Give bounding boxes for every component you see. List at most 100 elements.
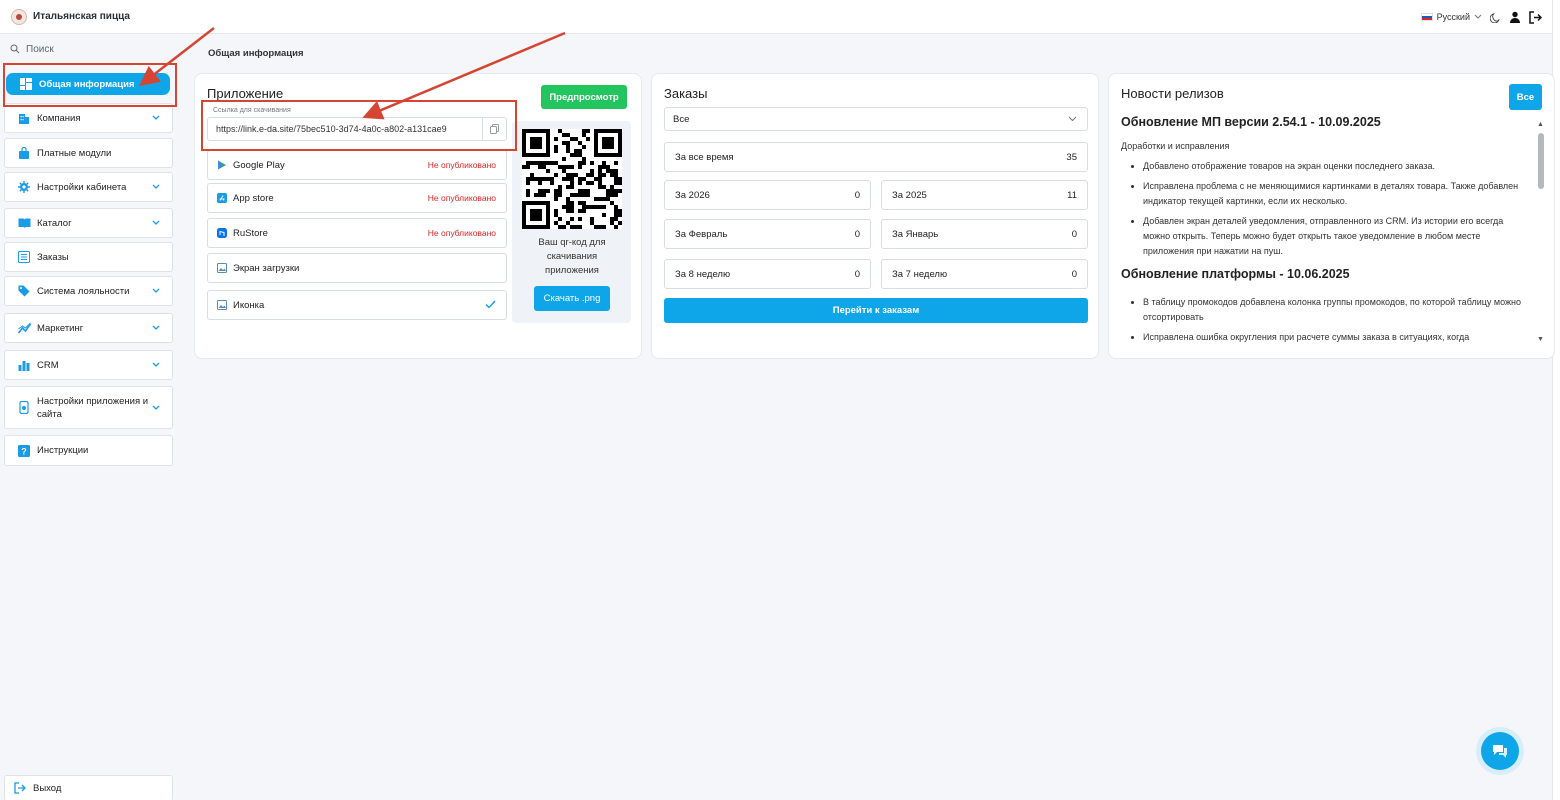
list-icon xyxy=(17,250,31,264)
orders-card-title: Заказы xyxy=(664,86,708,101)
brand-logo-icon xyxy=(11,8,27,25)
news-list[interactable]: Обновление МП версии 2.54.1 - 10.09.2025… xyxy=(1121,115,1524,342)
stat-label: За 2026 xyxy=(675,189,710,201)
store-row-icon[interactable]: Иконка xyxy=(207,290,507,320)
phone-settings-icon xyxy=(17,401,31,415)
sidebar-item-marketing[interactable]: Маркетинг xyxy=(4,313,173,343)
list-item: Исправлена ошибка округления при расчете… xyxy=(1143,330,1524,342)
chevron-down-icon xyxy=(152,218,160,228)
chat-button[interactable] xyxy=(1481,732,1519,770)
store-status: Не опубликовано xyxy=(427,193,496,203)
sidebar-item-catalog[interactable]: Каталог xyxy=(4,208,173,238)
stat-label: За Февраль xyxy=(675,228,728,240)
stat-label: За Январь xyxy=(892,228,939,240)
stat-label: За 2025 xyxy=(892,189,927,201)
scroll-up-icon[interactable]: ▲ xyxy=(1537,121,1544,128)
sidebar-item-crm[interactable]: CRM xyxy=(4,350,173,380)
app-card-title: Приложение xyxy=(207,86,284,101)
google-play-icon xyxy=(216,160,227,171)
stat-value: 35 xyxy=(1066,151,1077,163)
all-news-button[interactable]: Все xyxy=(1509,84,1542,110)
chevron-down-icon xyxy=(152,182,160,192)
news-card: Новости релизов Все Обновление МП версии… xyxy=(1108,73,1555,359)
moon-icon[interactable] xyxy=(1490,12,1501,23)
stat-year-2025: За 2025 11 xyxy=(881,180,1088,210)
sidebar: Поиск Общая информация Компания Платные … xyxy=(0,34,180,800)
chat-icon xyxy=(1491,743,1509,759)
orders-filter-value: Все xyxy=(673,113,690,125)
logout-icon[interactable] xyxy=(1529,10,1542,24)
qr-code-image xyxy=(522,129,622,229)
store-row-rustore[interactable]: RuStore Не опубликовано xyxy=(207,218,507,248)
stat-year-2026: За 2026 0 xyxy=(664,180,871,210)
scrollbar-thumb[interactable] xyxy=(1538,133,1544,189)
svg-text:?: ? xyxy=(21,446,27,456)
sidebar-item-label: Каталог xyxy=(37,217,72,229)
sidebar-item-label: CRM xyxy=(37,359,59,371)
download-png-button[interactable]: Скачать .png xyxy=(534,286,610,311)
store-name: Google Play xyxy=(233,159,285,171)
language-selector[interactable]: Русский xyxy=(1420,12,1482,22)
store-row-app-store[interactable]: App store Не опубликовано xyxy=(207,183,507,213)
building-icon xyxy=(17,111,31,125)
sidebar-item-label: Инструкции xyxy=(37,445,89,456)
annotation-box-sidebar xyxy=(3,63,177,107)
brand[interactable]: Итальянская пицца xyxy=(11,8,130,25)
list-item: Исправлена проблема с не меняющимися кар… xyxy=(1143,179,1524,209)
book-icon xyxy=(17,216,31,230)
logout-label: Выход xyxy=(33,782,62,794)
logout-button[interactable]: Выход xyxy=(4,775,173,800)
store-row-splash-screen[interactable]: Экран загрузки xyxy=(207,253,507,283)
image-icon xyxy=(216,263,227,274)
news-scrollbar[interactable]: ▲ ▼ xyxy=(1537,121,1545,343)
qr-caption: Ваш qr-код для скачивания приложения xyxy=(538,237,606,276)
app-store-icon xyxy=(216,193,227,204)
sidebar-item-label: Настройки кабинета xyxy=(37,181,127,193)
chart-icon xyxy=(17,321,31,335)
orders-card: Заказы Все За все время 35 За 2026 0 За … xyxy=(651,73,1099,359)
store-status: Не опубликовано xyxy=(427,160,496,170)
store-row-google-play[interactable]: Google Play Не опубликовано xyxy=(207,150,507,180)
stat-label: За 7 неделю xyxy=(892,268,948,280)
chevron-down-icon xyxy=(1068,114,1077,125)
rustore-icon xyxy=(216,228,227,239)
sidebar-item-label: Компания xyxy=(37,112,81,124)
stat-value: 11 xyxy=(1067,189,1077,201)
sidebar-item-company[interactable]: Компания xyxy=(4,103,173,133)
exit-icon xyxy=(13,781,27,795)
user-icon[interactable] xyxy=(1509,11,1521,23)
chevron-down-icon xyxy=(152,403,160,413)
stat-week-7: За 7 неделю 0 xyxy=(881,259,1088,289)
stat-february: За Февраль 0 xyxy=(664,219,871,249)
qr-panel: Ваш qr-код для скачивания приложения Ска… xyxy=(512,121,631,323)
question-icon: ? xyxy=(17,444,31,458)
stat-label: За все время xyxy=(675,151,734,163)
sidebar-item-loyalty[interactable]: Система лояльности xyxy=(4,276,173,306)
bag-icon xyxy=(17,146,31,160)
language-flag-icon xyxy=(1420,13,1433,21)
top-bar: Итальянская пицца Русский xyxy=(0,0,1552,34)
gear-icon xyxy=(17,180,31,194)
sidebar-item-orders[interactable]: Заказы xyxy=(4,242,173,272)
release-title: Обновление платформы - 10.06.2025 xyxy=(1121,267,1350,281)
sidebar-item-label: Маркетинг xyxy=(37,322,84,334)
search-input[interactable]: Поиск xyxy=(4,40,174,58)
sidebar-item-app-site-settings[interactable]: Настройки приложения и сайта xyxy=(4,386,173,429)
orders-filter-select[interactable]: Все xyxy=(664,107,1088,131)
sidebar-item-label: Заказы xyxy=(37,251,69,263)
bar-chart-icon xyxy=(17,358,31,372)
sidebar-item-paid-modules[interactable]: Платные модули xyxy=(4,138,173,168)
go-to-orders-button[interactable]: Перейти к заказам xyxy=(664,298,1088,323)
store-status: Не опубликовано xyxy=(427,228,496,238)
sidebar-item-cabinet-settings[interactable]: Настройки кабинета xyxy=(4,172,173,202)
annotation-box-link xyxy=(201,100,517,151)
news-card-title: Новости релизов xyxy=(1121,86,1224,101)
list-item: Добавлено отображение товаров на экран о… xyxy=(1143,159,1524,174)
sidebar-item-instructions[interactable]: ? Инструкции xyxy=(4,435,173,466)
store-name: App store xyxy=(233,192,274,204)
scroll-down-icon[interactable]: ▼ xyxy=(1537,336,1544,343)
stat-value: 0 xyxy=(1071,268,1077,280)
sidebar-item-label: Система лояльности xyxy=(37,285,130,297)
preview-button[interactable]: Предпросмотр xyxy=(541,85,627,109)
chevron-down-icon xyxy=(152,113,160,123)
